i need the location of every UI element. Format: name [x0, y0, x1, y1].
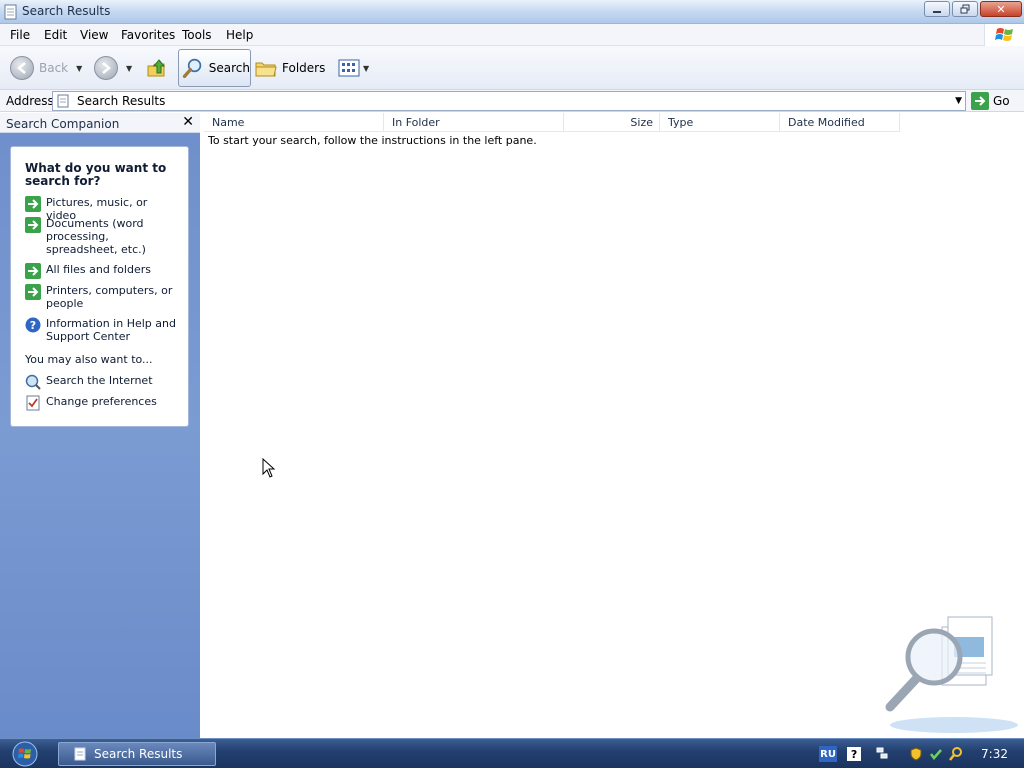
toolbar: Back ▼ ▼ Search Folders ▼: [0, 46, 1024, 90]
search-instructions: To start your search, follow the instruc…: [208, 134, 537, 147]
back-label: Back: [39, 61, 69, 75]
option-help-support[interactable]: ? Information in Help and Support Center: [25, 317, 176, 343]
address-label: Address: [6, 94, 54, 108]
back-dropdown-icon[interactable]: ▼: [76, 64, 82, 73]
title-bar: Search Results ✕: [0, 0, 1024, 24]
restore-icon: [960, 4, 970, 14]
menu-tools[interactable]: Tools: [182, 28, 212, 42]
taskbar-item-label: Search Results: [94, 747, 183, 761]
address-bar: Address Search Results ▼ Go: [0, 90, 1024, 112]
option-all-files-folders[interactable]: All files and folders: [25, 263, 176, 279]
system-tray: RU ? 7:32: [819, 739, 1024, 768]
green-arrow-icon: [25, 196, 41, 212]
close-icon[interactable]: ✕: [182, 114, 194, 130]
views-dropdown-icon[interactable]: ▼: [363, 64, 369, 73]
language-indicator[interactable]: RU: [819, 746, 838, 762]
option-label: Information in Help and Support Center: [46, 317, 176, 343]
help-tray-icon[interactable]: ?: [847, 747, 862, 761]
go-arrow-icon: [971, 92, 989, 110]
green-arrow-icon: [25, 217, 41, 233]
magnifier-icon: [182, 58, 202, 79]
svg-text:?: ?: [30, 319, 36, 332]
column-date-modified[interactable]: Date Modified: [780, 113, 900, 132]
option-printers-computers-people[interactable]: Printers, computers, or people: [25, 284, 176, 310]
results-pane: Name In Folder Size Type Date Modified T…: [200, 113, 1024, 738]
security-shield-icon[interactable]: [909, 747, 923, 761]
mouse-cursor-icon: [262, 458, 276, 478]
results-column-headers: Name In Folder Size Type Date Modified: [204, 113, 900, 132]
back-arrow-icon: [10, 56, 34, 80]
option-label: Documents (word processing, spreadsheet,…: [46, 217, 146, 256]
restore-button[interactable]: [952, 1, 978, 17]
preferences-icon: [26, 395, 40, 411]
windows-flag-icon: [994, 28, 1013, 41]
option-documents[interactable]: Documents (word processing, spreadsheet,…: [25, 217, 176, 256]
search-companion-header: Search Companion ✕: [0, 113, 200, 133]
forward-dropdown-icon[interactable]: ▼: [126, 64, 132, 73]
address-input[interactable]: Search Results ▼: [52, 91, 966, 111]
taskbar: Search Results RU ? 7:32: [0, 738, 1024, 768]
forward-button[interactable]: ▼: [94, 46, 132, 90]
search-companion-title: Search Companion: [6, 117, 120, 131]
folders-button[interactable]: Folders: [255, 46, 325, 90]
start-button[interactable]: [8, 741, 42, 767]
window-controls: ✕: [924, 1, 1022, 17]
also-heading: You may also want to...: [25, 353, 153, 366]
option-search-internet[interactable]: Search the Internet: [25, 374, 176, 390]
option-label: Search the Internet: [46, 374, 153, 387]
green-arrow-icon: [25, 263, 41, 279]
windows-logo: [984, 24, 1024, 46]
menu-bar: File Edit View Favorites Tools Help: [0, 24, 1024, 46]
folders-label: Folders: [282, 61, 326, 75]
views-button[interactable]: ▼: [338, 46, 369, 90]
clock: 7:32: [981, 747, 1008, 761]
search-tray-icon[interactable]: [949, 747, 963, 761]
up-folder-icon: [147, 59, 166, 77]
search-results-page-icon: [57, 94, 69, 108]
column-size[interactable]: Size: [564, 113, 660, 132]
search-companion-pane: Search Companion ✕ What do you want to s…: [0, 113, 200, 738]
internet-search-icon: [25, 374, 41, 390]
forward-arrow-icon: [94, 56, 118, 80]
minimize-icon: [933, 11, 941, 13]
search-button[interactable]: Search: [178, 49, 251, 87]
minimize-button[interactable]: [924, 1, 950, 17]
option-change-preferences[interactable]: Change preferences: [25, 395, 176, 411]
option-label: Change preferences: [46, 395, 157, 408]
up-folder-button[interactable]: [146, 46, 168, 90]
address-value: Search Results: [77, 94, 166, 108]
search-label: Search: [208, 61, 250, 75]
search-question: What do you want to search for?: [25, 161, 167, 188]
folders-icon: [255, 62, 277, 77]
menu-edit[interactable]: Edit: [44, 28, 67, 42]
go-button[interactable]: Go: [971, 91, 1010, 111]
column-type[interactable]: Type: [660, 113, 780, 132]
taskbar-item-search-results[interactable]: Search Results: [58, 742, 216, 766]
option-label: Printers, computers, or people: [46, 284, 173, 310]
close-button[interactable]: ✕: [980, 1, 1022, 17]
network-icon[interactable]: [875, 747, 889, 761]
window-title: Search Results: [22, 4, 111, 18]
checkmark-icon[interactable]: [929, 747, 943, 761]
go-label: Go: [993, 94, 1010, 108]
menu-file[interactable]: File: [10, 28, 30, 42]
menu-favorites[interactable]: Favorites: [121, 28, 175, 42]
back-button[interactable]: Back ▼: [10, 46, 82, 90]
search-results-window-icon: [4, 4, 17, 20]
green-arrow-icon: [25, 284, 41, 300]
menu-view[interactable]: View: [80, 28, 108, 42]
address-dropdown-icon[interactable]: ▼: [955, 96, 962, 106]
help-icon: ?: [25, 317, 41, 333]
search-results-window-icon: [74, 747, 86, 761]
column-name[interactable]: Name: [204, 113, 384, 132]
views-icon: [338, 59, 360, 77]
column-in-folder[interactable]: In Folder: [384, 113, 564, 132]
search-document-watermark-icon: [885, 616, 1018, 733]
close-icon: ✕: [996, 2, 1006, 16]
search-options-card: What do you want to search for? Pictures…: [10, 146, 189, 427]
windows-start-orb-icon: [12, 741, 38, 767]
option-label: All files and folders: [46, 263, 151, 276]
menu-help[interactable]: Help: [226, 28, 253, 42]
